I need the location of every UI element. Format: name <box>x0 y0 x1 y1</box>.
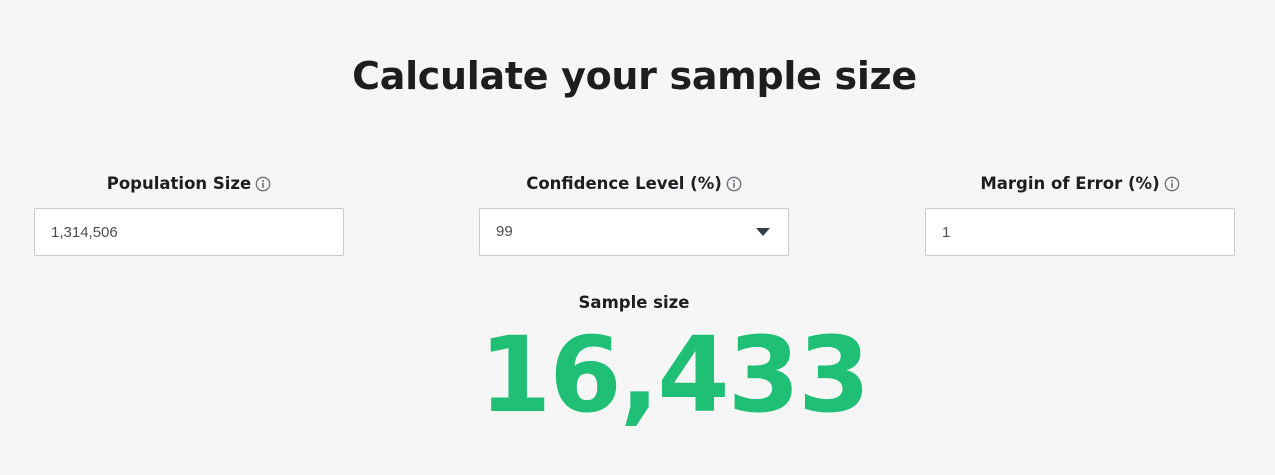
confidence-level-selected-value: 99 <box>496 223 513 240</box>
margin-of-error-label: Margin of Error (%) <box>980 173 1160 193</box>
population-size-label-row: Population Size <box>34 170 344 196</box>
confidence-level-info-icon[interactable] <box>726 176 742 192</box>
confidence-level-label-row: Confidence Level (%) <box>479 170 789 196</box>
margin-of-error-input[interactable] <box>926 209 1234 255</box>
sample-size-value: 16,433 <box>479 314 870 436</box>
sample-size-result: Sample size 16,433 <box>479 290 870 436</box>
population-size-label: Population Size <box>106 173 252 193</box>
population-size-info-icon[interactable] <box>255 176 271 192</box>
margin-of-error-input-box <box>925 208 1235 256</box>
page-title: Calculate your sample size <box>352 54 917 98</box>
margin-of-error-label-row: Margin of Error (%) <box>925 170 1235 196</box>
caret-down-icon[interactable] <box>756 228 770 236</box>
confidence-level-field: Confidence Level (%) 99 <box>479 170 789 256</box>
sample-size-label: Sample size <box>578 293 690 312</box>
margin-of-error-info-icon[interactable] <box>1164 176 1180 192</box>
confidence-level-select[interactable]: 99 <box>479 208 789 256</box>
population-size-input[interactable] <box>35 209 343 255</box>
population-size-input-box <box>34 208 344 256</box>
population-size-field: Population Size <box>34 170 344 256</box>
confidence-level-label: Confidence Level (%) <box>526 173 722 193</box>
margin-of-error-field: Margin of Error (%) <box>925 170 1235 256</box>
